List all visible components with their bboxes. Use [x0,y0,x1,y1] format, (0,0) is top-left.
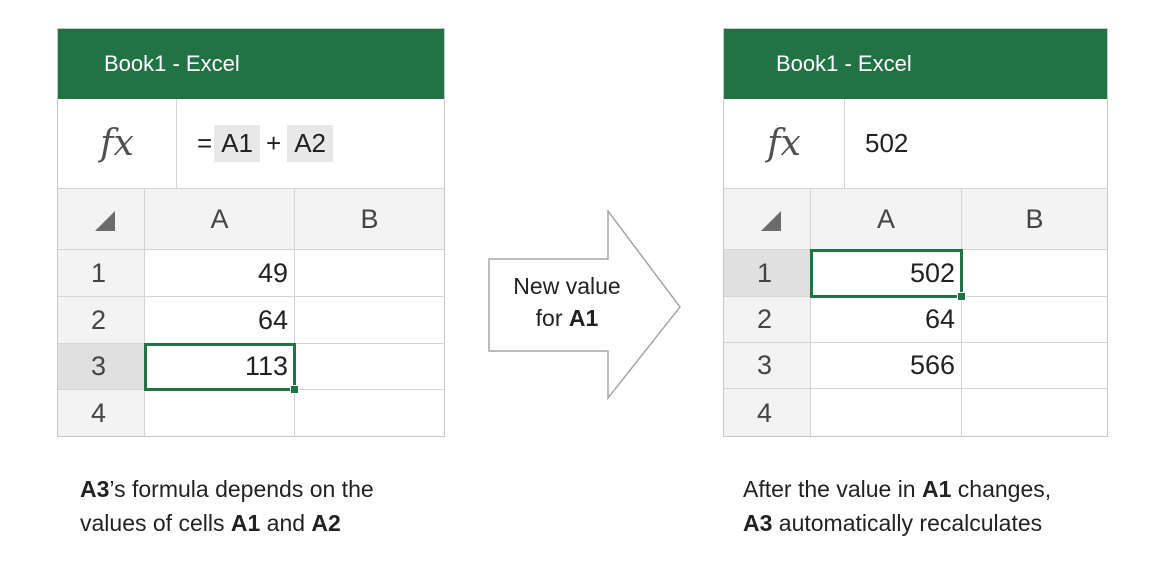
column-header-b[interactable]: B [295,189,444,250]
cell-b2[interactable] [962,297,1107,343]
select-all-icon [95,211,115,231]
cell-b1[interactable] [295,250,444,297]
fx-icon[interactable]: fx [58,99,177,188]
row-header-3[interactable]: 3 [724,343,811,389]
fill-handle[interactable] [290,385,299,394]
row-header-4[interactable]: 4 [58,390,145,436]
row-header-3[interactable]: 3 [58,344,145,390]
sheet-grid: A B 1 502 2 64 3 566 4 [724,189,1107,436]
arrow-label-line2: for A1 [535,305,599,331]
caption-before-line1: A3’s formula depends on the [80,476,374,502]
caption-before: A3’s formula depends on the values of ce… [80,472,374,540]
arrow-label: New value for A1 [498,270,636,334]
formula-input[interactable]: 502 [845,99,1107,188]
select-all-corner[interactable] [724,189,811,250]
cell-b2[interactable] [295,297,444,344]
select-all-icon [761,211,781,231]
formula-bar: fx 502 [724,99,1107,189]
formula-bar: fx = A1 + A2 [58,99,444,189]
row-header-1[interactable]: 1 [724,250,811,297]
formula-ref-a1: A1 [214,125,260,162]
select-all-corner[interactable] [58,189,145,250]
cell-b3[interactable] [295,344,444,390]
column-header-b[interactable]: B [962,189,1107,250]
column-header-a[interactable]: A [811,189,962,250]
cell-a4[interactable] [145,390,295,436]
cell-b3[interactable] [962,343,1107,389]
cell-a2[interactable]: 64 [145,297,295,344]
column-header-a[interactable]: A [145,189,295,250]
cell-b4[interactable] [295,390,444,436]
row-header-2[interactable]: 2 [724,297,811,343]
formula-input[interactable]: = A1 + A2 [177,99,444,188]
fx-icon[interactable]: fx [724,99,845,188]
cell-a4[interactable] [811,389,962,436]
fill-handle[interactable] [957,292,966,301]
cell-a1-selected[interactable]: 502 [810,249,966,301]
cell-a1-value: 502 [909,257,955,288]
formula-equals: = [197,128,213,158]
cell-a3-value: 113 [244,351,288,381]
row-header-1[interactable]: 1 [58,250,145,297]
formula-ref-a2: A2 [287,125,333,162]
row-header-4[interactable]: 4 [724,389,811,436]
cell-a2[interactable]: 64 [811,297,962,343]
caption-before-line2: values of cells A1 and A2 [80,510,341,536]
cell-a3-selected[interactable]: 113 [144,343,299,394]
caption-after-line2: A3 automatically recalculates [743,510,1043,536]
cell-b4[interactable] [962,389,1107,436]
caption-after-line1: After the value in A1 changes, [743,476,1052,502]
row-header-2[interactable]: 2 [58,297,145,344]
window-title: Book1 - Excel [724,29,1107,99]
formula-operator: + [266,128,282,158]
excel-window-after: Book1 - Excel fx 502 A B 1 502 2 64 3 56… [723,28,1108,437]
arrow-label-line1: New value [513,273,621,299]
window-title: Book1 - Excel [58,29,444,99]
cell-b1[interactable] [962,250,1107,297]
excel-window-before: Book1 - Excel fx = A1 + A2 A B 1 49 2 64… [57,28,445,437]
caption-after: After the value in A1 changes, A3 automa… [743,472,1051,540]
sheet-grid: A B 1 49 2 64 3 113 4 [58,189,444,436]
cell-a1[interactable]: 49 [145,250,295,297]
cell-a3[interactable]: 566 [811,343,962,389]
